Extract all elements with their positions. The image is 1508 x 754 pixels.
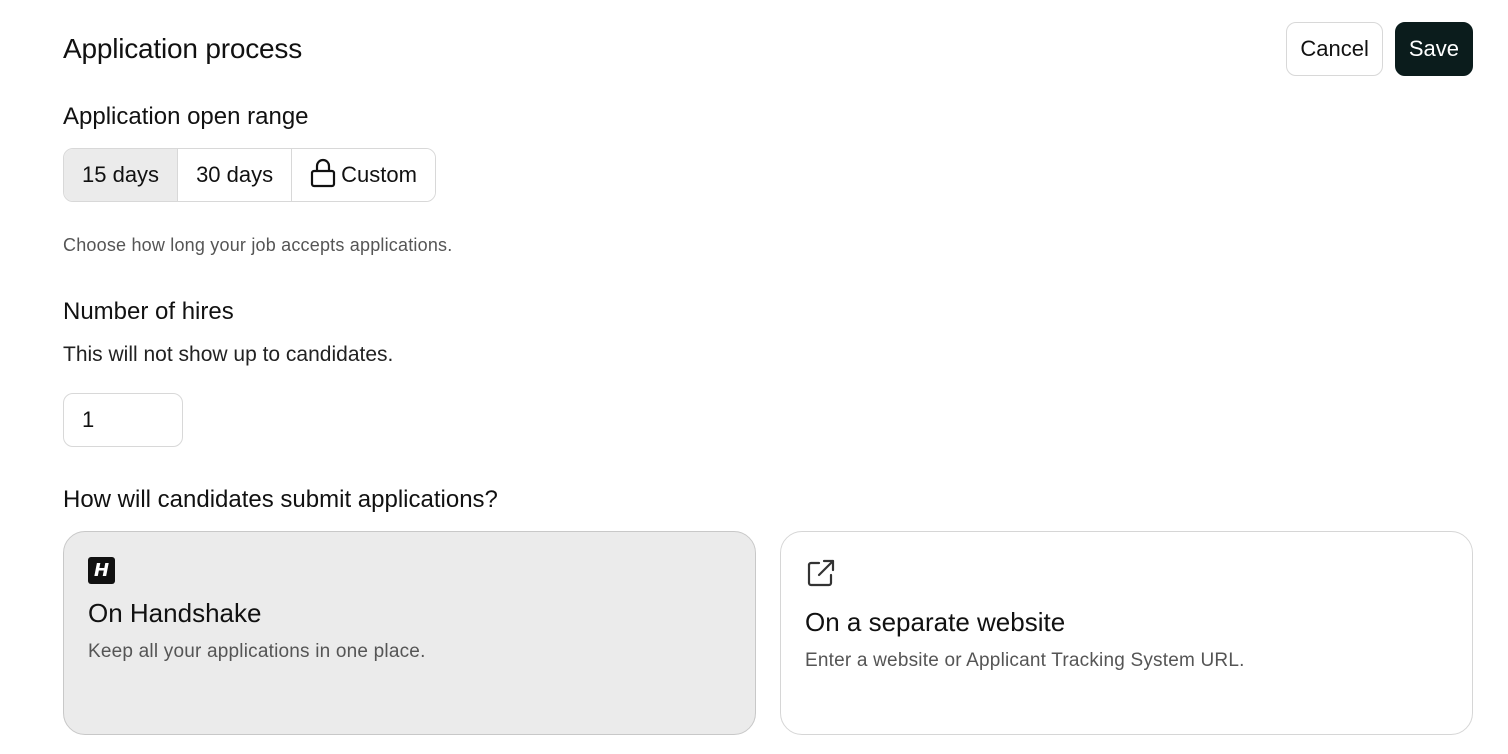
- card-title: On a separate website: [805, 607, 1066, 637]
- range-option-30-days[interactable]: 30 days: [178, 149, 293, 201]
- range-option-label: 30 days: [196, 162, 274, 187]
- number-of-hires-input[interactable]: [63, 393, 183, 447]
- open-range-title: Application open range: [63, 103, 309, 130]
- hires-title: Number of hires: [63, 298, 234, 325]
- open-range-helper-text: Choose how long your job accepts applica…: [63, 235, 453, 255]
- range-option-label: Custom: [341, 162, 417, 187]
- card-title: On Handshake: [88, 598, 262, 628]
- application-process-page: Application process Cancel Save Applicat…: [0, 0, 1508, 754]
- handshake-logo-icon: H: [88, 557, 115, 584]
- logo-letter: H: [93, 560, 110, 581]
- range-option-15-days[interactable]: 15 days: [64, 149, 179, 201]
- card-description: Keep all your applications in one place.: [88, 641, 426, 662]
- range-option-label: 15 days: [82, 162, 160, 187]
- header-actions: Cancel Save: [1286, 22, 1473, 76]
- open-range-segmented-control: 15 days 30 days Custom: [63, 148, 436, 202]
- lock-icon: [310, 158, 336, 188]
- page-header: Application process Cancel Save: [63, 22, 1473, 76]
- range-option-custom[interactable]: Custom: [292, 149, 435, 201]
- submission-title: How will candidates submit applications?: [63, 486, 498, 513]
- save-button[interactable]: Save: [1394, 22, 1473, 76]
- card-description: Enter a website or Applicant Tracking Sy…: [805, 650, 1245, 671]
- hires-subtitle: This will not show up to candidates.: [63, 343, 394, 366]
- submit-on-handshake-card[interactable]: H On Handshake Keep all your application…: [63, 531, 756, 735]
- external-link-icon: [805, 557, 837, 589]
- page-title: Application process: [63, 33, 302, 64]
- submit-on-separate-website-card[interactable]: On a separate website Enter a website or…: [780, 531, 1473, 735]
- cancel-button[interactable]: Cancel: [1286, 22, 1383, 76]
